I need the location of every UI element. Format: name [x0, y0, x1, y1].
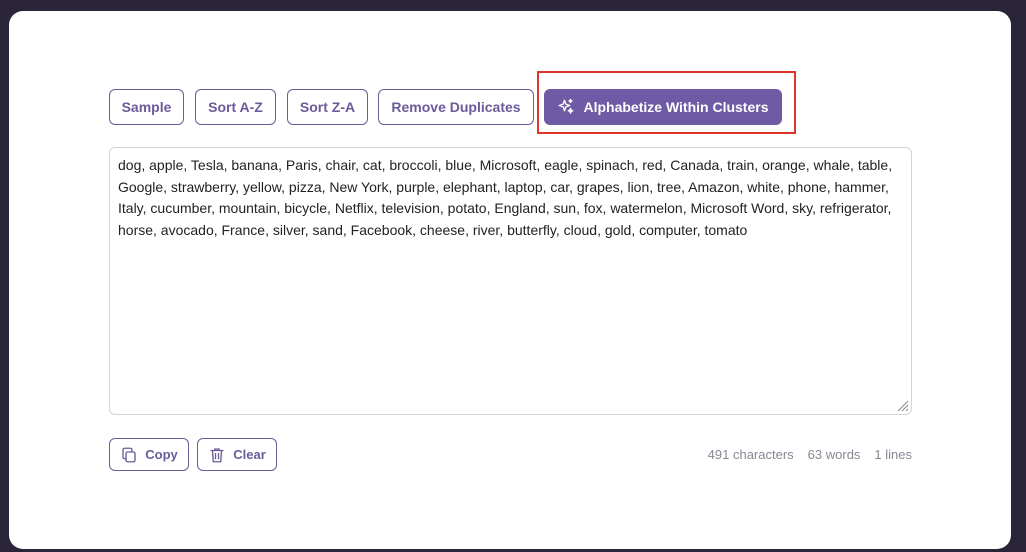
resize-grip-icon[interactable] [896, 399, 909, 412]
sort-az-button[interactable]: Sort A-Z [195, 89, 276, 125]
sort-za-button[interactable]: Sort Z-A [287, 89, 368, 125]
trash-icon [208, 446, 226, 464]
highlight-box [537, 71, 796, 134]
character-count: 491 characters [707, 447, 794, 462]
word-count: 63 words [807, 447, 861, 462]
text-input[interactable] [109, 147, 912, 415]
clear-label: Clear [233, 447, 266, 462]
line-count: 1 lines [874, 447, 912, 462]
text-stats: 491 characters 63 words 1 lines [708, 447, 912, 462]
copy-icon [120, 446, 138, 464]
clear-button[interactable]: Clear [197, 438, 277, 471]
sample-button[interactable]: Sample [109, 89, 184, 125]
copy-button[interactable]: Copy [109, 438, 189, 471]
remove-duplicates-button[interactable]: Remove Duplicates [378, 89, 534, 125]
main-card: Sample Sort A-Z Sort Z-A Remove Duplicat… [9, 11, 1011, 549]
copy-label: Copy [145, 447, 178, 462]
